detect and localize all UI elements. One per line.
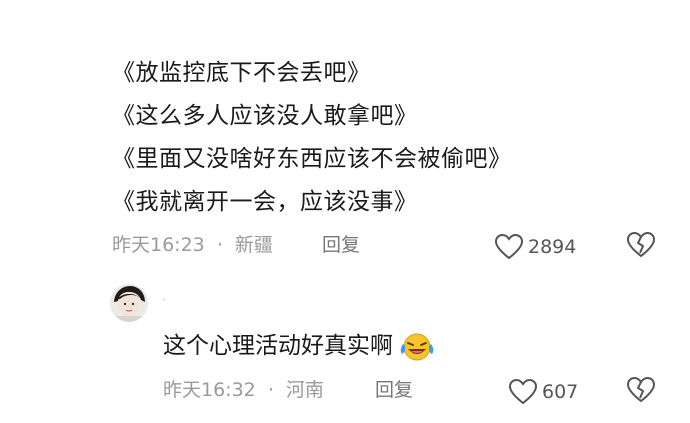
comment-time: 昨天16:23 — [112, 234, 205, 256]
reply-button[interactable]: 回复 — [375, 378, 413, 402]
comment-meta: 昨天16:32 · 河南 — [163, 378, 324, 402]
reply-button[interactable]: 回复 — [322, 233, 360, 257]
comment-time: 昨天16:32 — [163, 379, 256, 401]
heart-icon — [494, 233, 524, 260]
avatar[interactable] — [110, 284, 148, 322]
like-count: 607 — [542, 381, 579, 403]
meta-separator: · — [216, 234, 223, 256]
comment-line-1: 《放监控底下不会丢吧》 — [112, 60, 371, 86]
comment-line-4: 《我就离开一会，应该没事》 — [112, 189, 418, 215]
like-button[interactable]: 607 — [508, 378, 578, 406]
like-button[interactable]: 2894 — [494, 233, 576, 261]
heart-icon — [508, 378, 538, 405]
laughing-with-tears-icon — [401, 333, 434, 360]
comment-location: 河南 — [285, 379, 324, 401]
like-count: 2894 — [528, 236, 577, 258]
dislike-broken-heart-icon[interactable] — [626, 376, 656, 404]
comment-line-3: 《里面又没啥好东西应该不会被偷吧》 — [112, 146, 512, 172]
meta-separator: · — [267, 379, 274, 401]
reply-comment-body: 这个心理活动好真实啊 — [163, 333, 393, 359]
reply-comment-text: 这个心理活动好真实啊 — [163, 330, 436, 362]
comment-meta: 昨天16:23 · 新疆 — [112, 233, 273, 257]
comment-line-2: 《这么多人应该没人敢拿吧》 — [112, 103, 418, 129]
decorative-dot: • — [162, 297, 166, 304]
avatar-image — [110, 284, 148, 322]
comment-location: 新疆 — [234, 234, 273, 256]
dislike-broken-heart-icon[interactable] — [626, 231, 656, 259]
